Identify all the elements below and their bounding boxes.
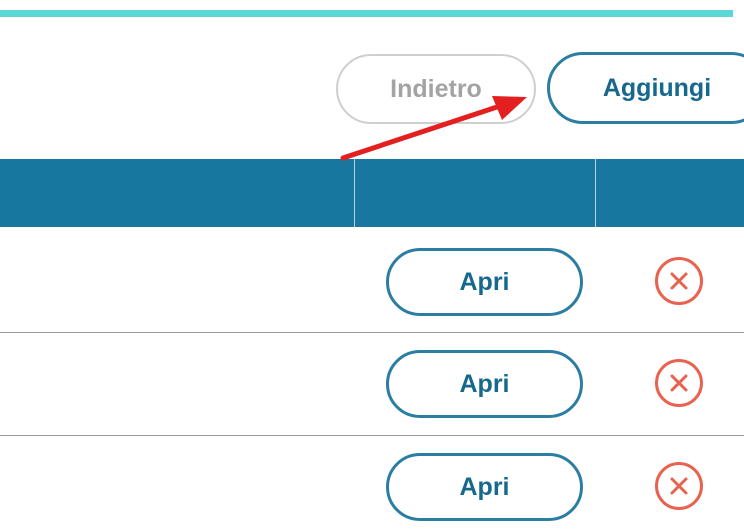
delete-button[interactable] — [655, 257, 703, 305]
row-divider — [0, 435, 744, 436]
close-icon — [670, 477, 688, 495]
table-row: Apri — [0, 334, 744, 436]
add-button[interactable]: Aggiungi — [547, 52, 744, 124]
open-button[interactable]: Apri — [386, 453, 583, 521]
open-button-label: Apri — [459, 267, 510, 296]
header-column-divider — [354, 159, 355, 227]
close-icon — [670, 272, 688, 290]
table-row: Apri — [0, 437, 744, 529]
table-header — [0, 159, 744, 227]
open-button[interactable]: Apri — [386, 248, 583, 316]
add-button-label: Aggiungi — [602, 73, 712, 102]
open-button[interactable]: Apri — [386, 350, 583, 418]
row-divider — [0, 332, 744, 333]
header-column-divider — [595, 159, 596, 227]
close-icon — [670, 374, 688, 392]
open-button-label: Apri — [459, 369, 510, 398]
back-button-label: Indietro — [390, 74, 482, 103]
open-button-label: Apri — [459, 472, 510, 501]
delete-button[interactable] — [655, 359, 703, 407]
page: Indietro Aggiungi Apri Apri Apri — [0, 0, 744, 529]
back-button[interactable]: Indietro — [336, 54, 536, 124]
table-row: Apri — [0, 231, 744, 333]
delete-button[interactable] — [655, 462, 703, 510]
top-accent-bar — [0, 10, 733, 17]
